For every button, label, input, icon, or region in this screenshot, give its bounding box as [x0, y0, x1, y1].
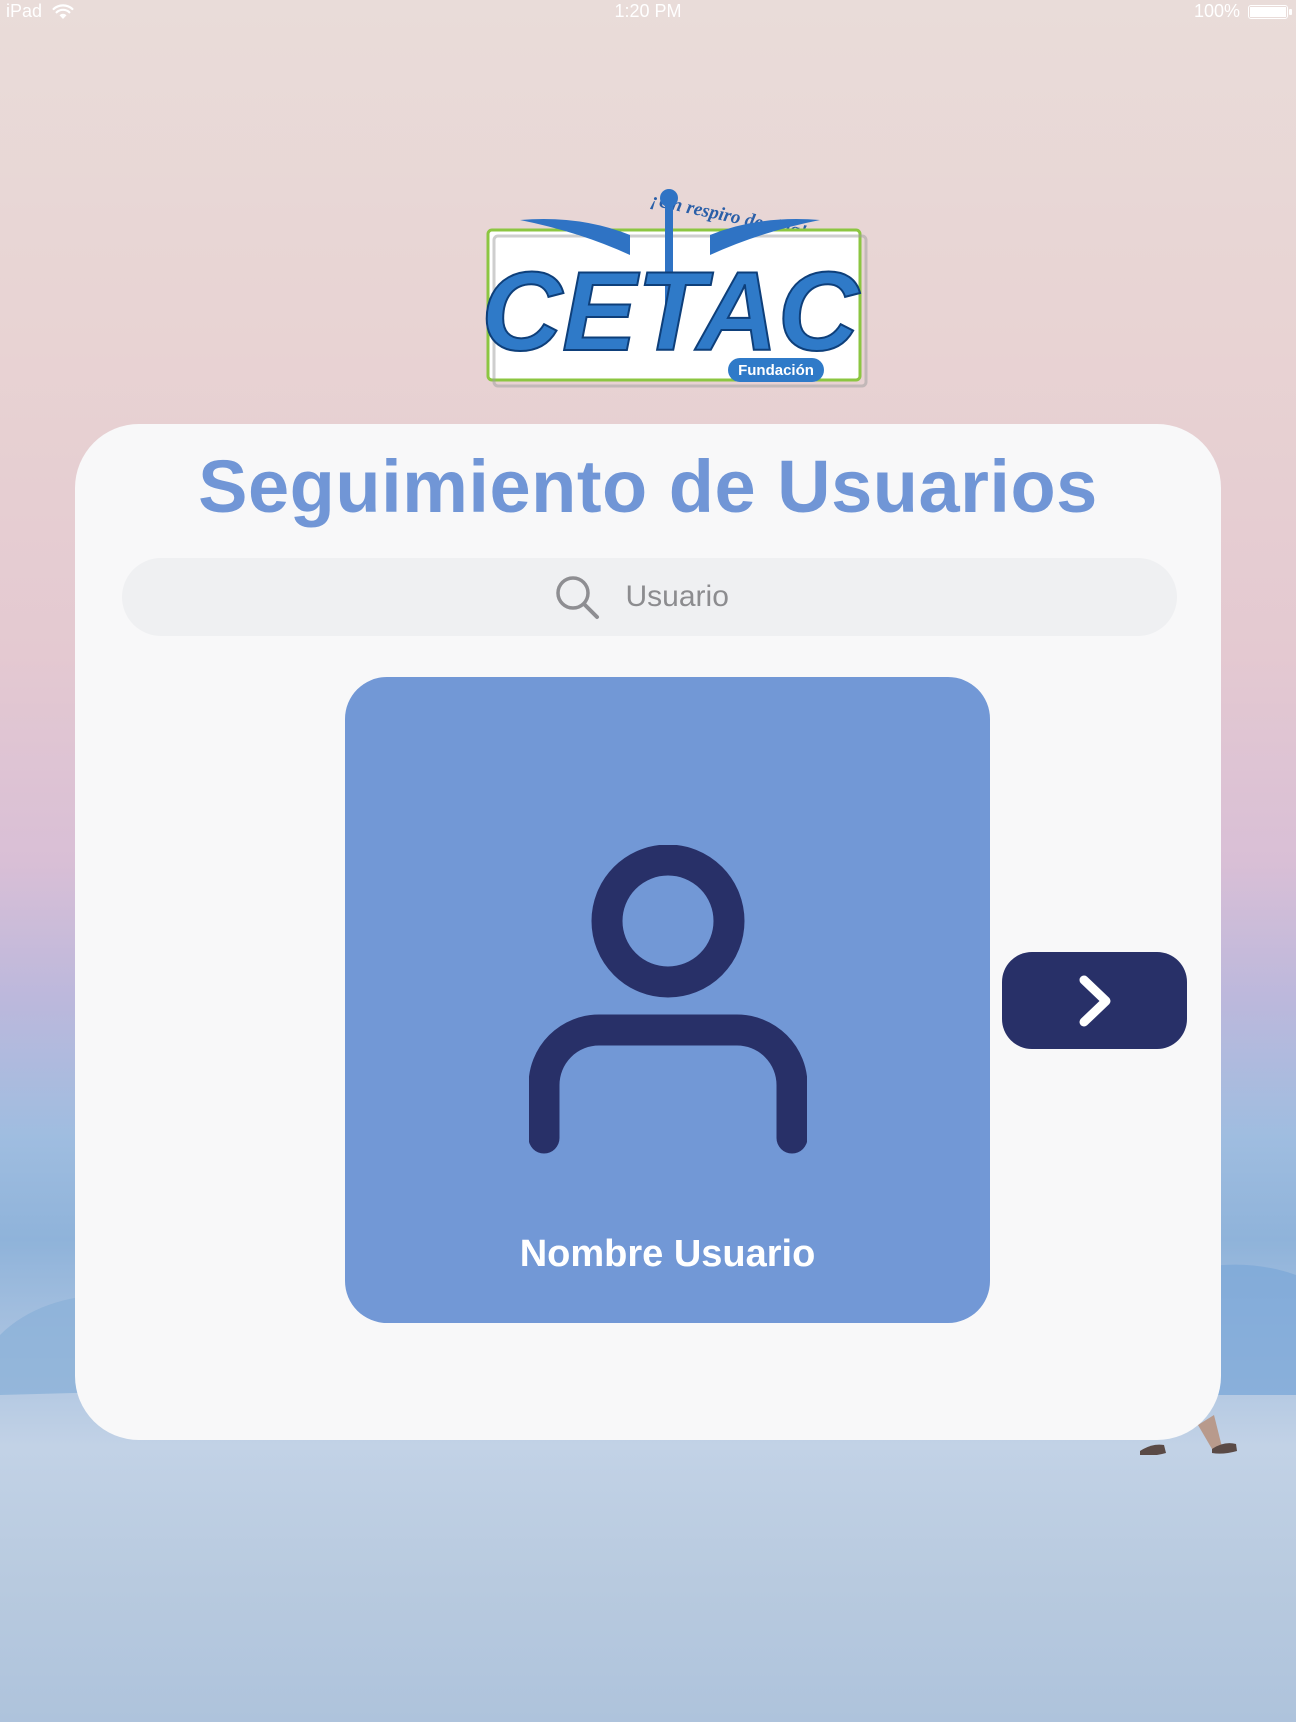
user-tile[interactable]: Nombre Usuario — [345, 677, 990, 1323]
cetac-logo: ¡Un respiro de vida! CETAC Fundación — [480, 189, 868, 388]
user-icon — [529, 845, 807, 1154]
logo-name: CETAC — [481, 249, 861, 374]
next-button[interactable] — [1002, 952, 1187, 1049]
search-input[interactable] — [625, 580, 746, 614]
logo-subtitle: Fundación — [738, 362, 814, 379]
main-card: Seguimiento de Usuarios Nombre Usuario — [75, 424, 1221, 1440]
search-icon — [555, 576, 599, 619]
status-time: 1:20 PM — [614, 1, 682, 21]
status-bar-right: 100% — [1193, 1, 1292, 22]
user-name: Nombre Usuario — [519, 1233, 816, 1275]
battery-percent: 100% — [1193, 1, 1240, 21]
page-title: Seguimiento de Usuarios — [198, 445, 1098, 528]
search-bar[interactable] — [122, 558, 1177, 636]
status-bar: iPad 1:20 PM 100% — [0, 0, 1296, 26]
chevron-right-icon — [1079, 975, 1110, 1026]
battery-icon — [1248, 4, 1292, 19]
